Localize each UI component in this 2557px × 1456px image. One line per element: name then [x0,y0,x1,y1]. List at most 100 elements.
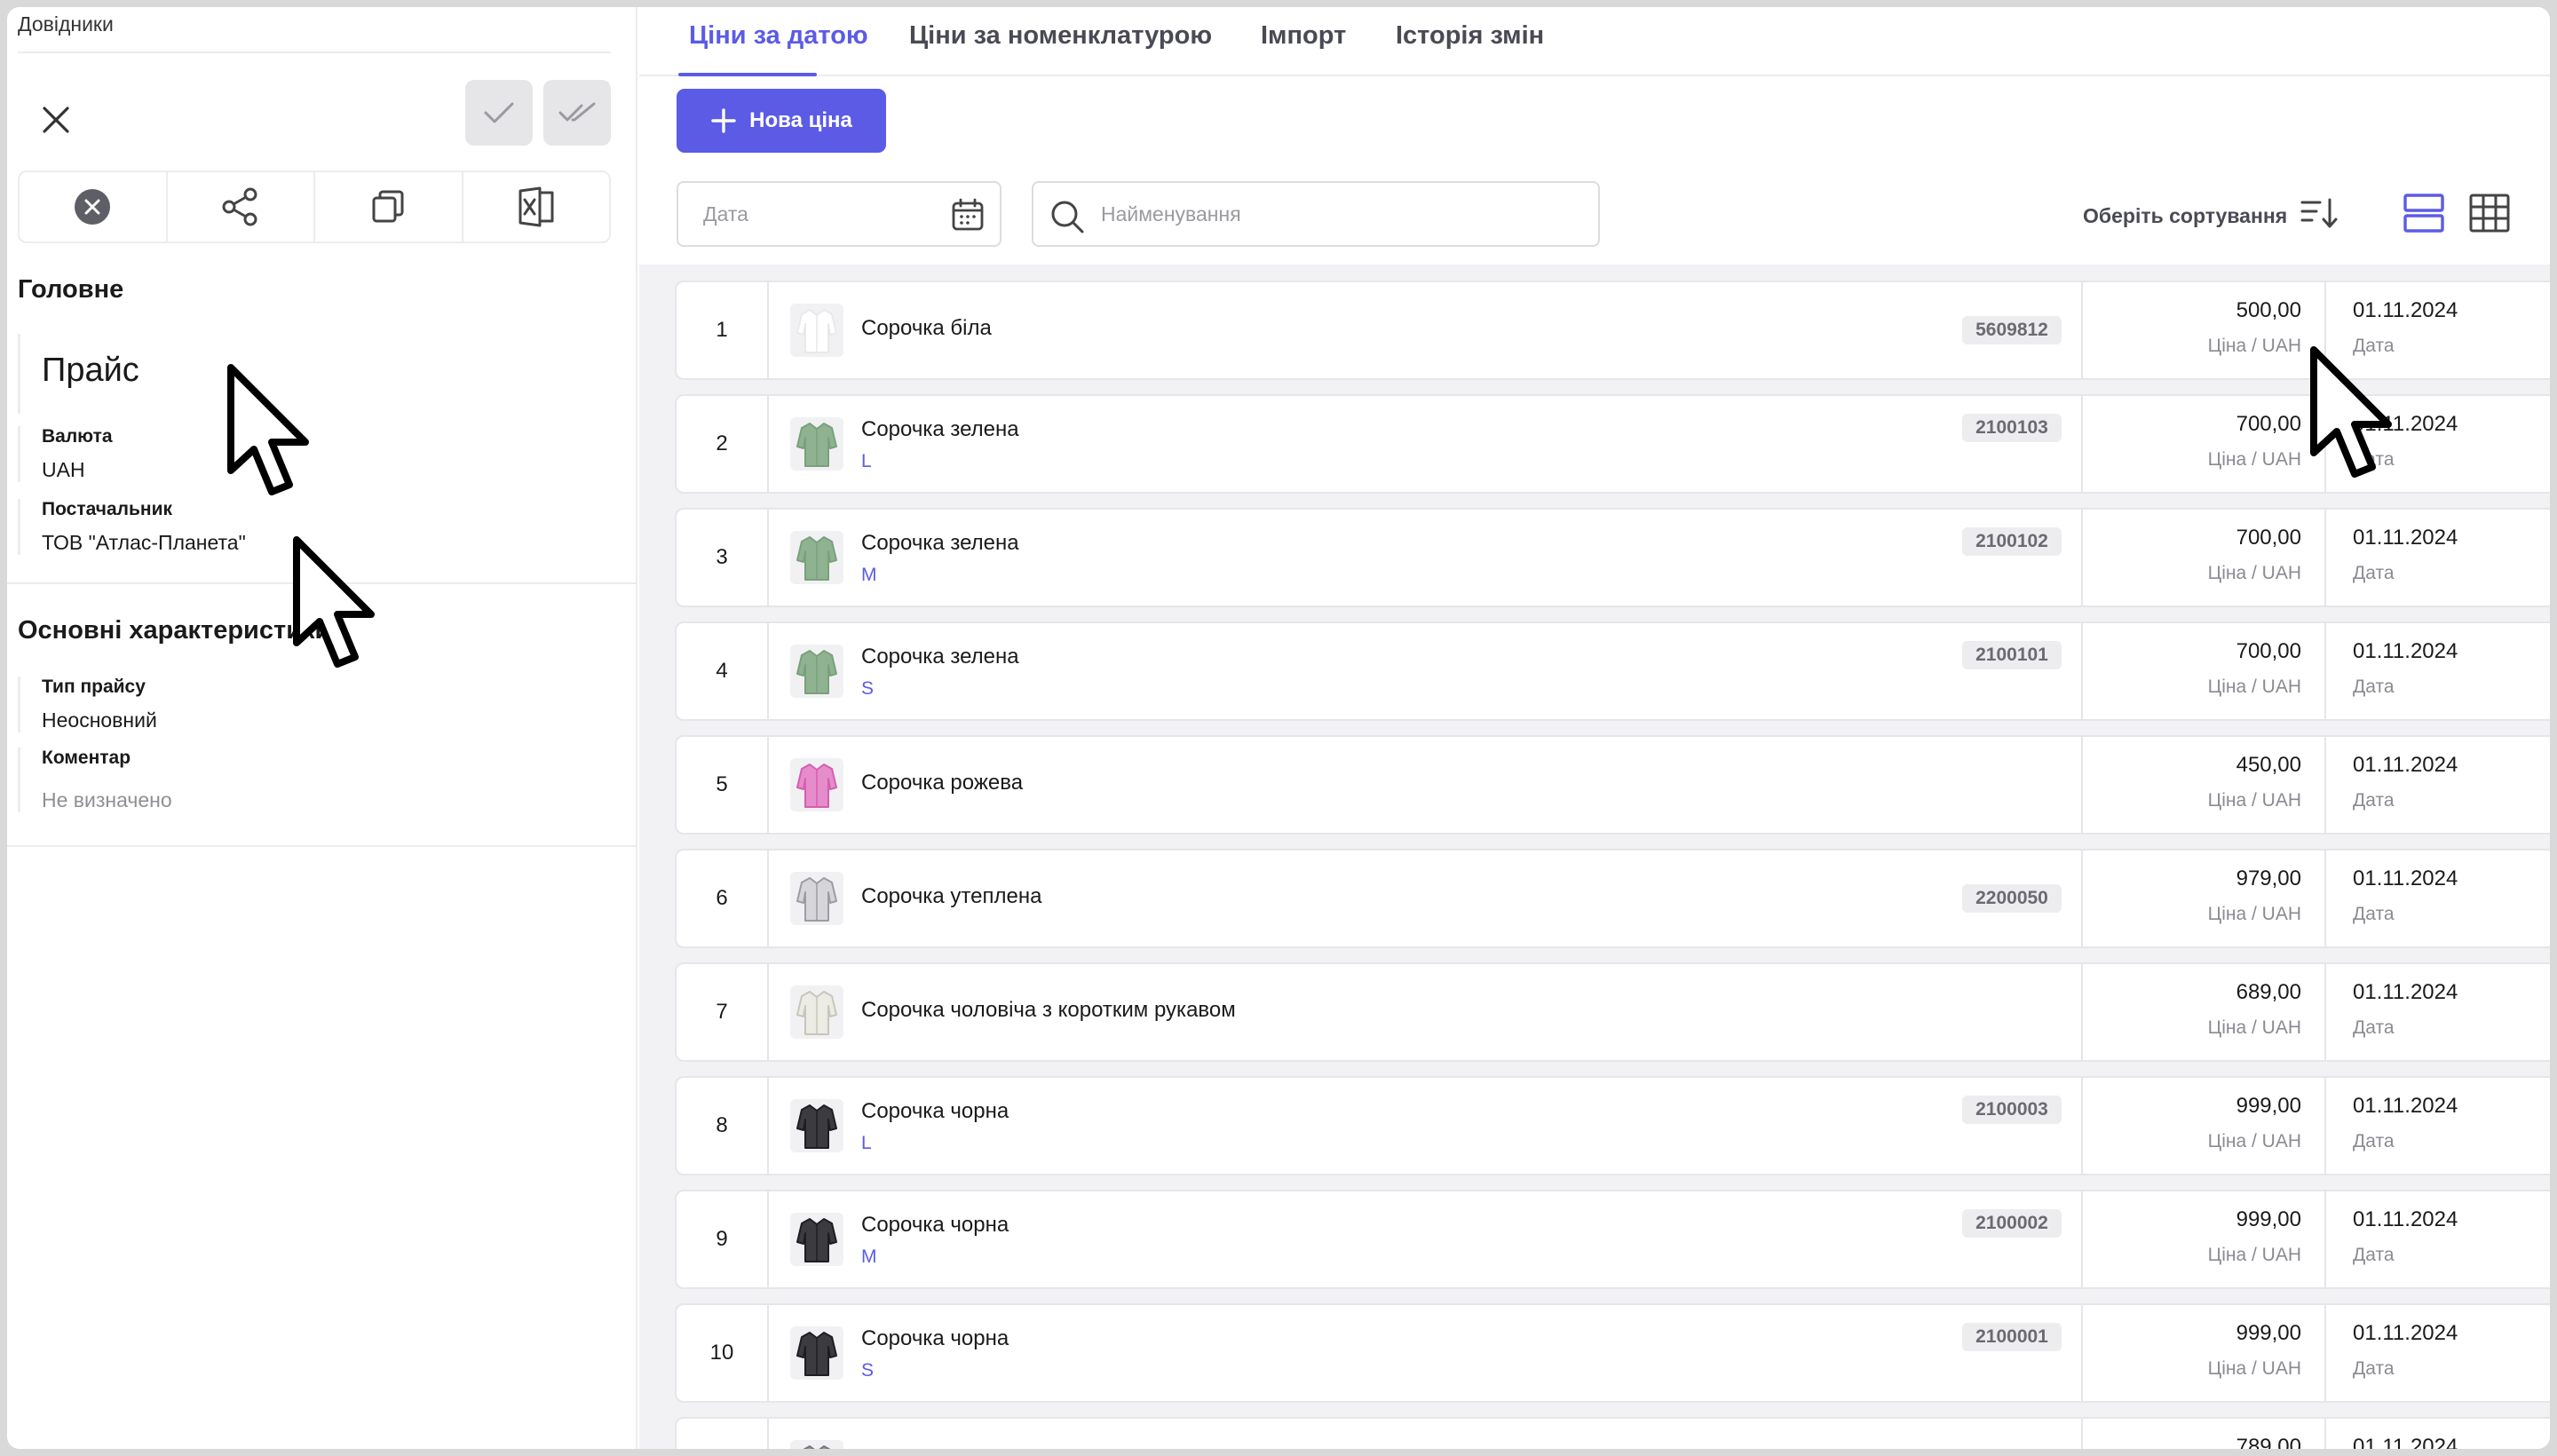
date-value: 01.11.2024 [2353,1321,2458,1345]
product-name[interactable]: Сорочка рожева [861,771,1023,795]
date-sub-label: Дата [2353,1358,2395,1379]
close-button[interactable] [28,92,83,147]
shirt-icon [796,1104,837,1149]
date-sub-label: Дата [2353,336,2395,356]
price-list: 1 Сорочка біла 5609812 500,00 Ціна / UAH … [639,265,2550,1449]
product-name[interactable]: Сорочка чоловіча з коротким рукавом [861,998,1236,1023]
product-name[interactable]: Сорочка зелена [861,645,1019,669]
row-number: 2 [677,396,769,492]
plus-icon [711,108,736,133]
price-cell[interactable]: 979,00 Ціна / UAH [2081,851,2326,946]
new-price-button[interactable]: Нова ціна [677,89,886,153]
price-cell[interactable]: 999,00 Ціна / UAH [2081,1191,2326,1287]
row-number: 3 [677,510,769,605]
price-row[interactable]: 1 Сорочка біла 5609812 500,00 Ціна / UAH … [675,281,2550,380]
price-cell[interactable]: 999,00 Ціна / UAH [2081,1305,2326,1401]
price-sub-label: Ціна / UAH [2207,563,2301,583]
price-value: 789,00 [2236,1435,2301,1449]
table-view-icon[interactable] [2468,192,2511,234]
tab-import[interactable]: Імпорт [1261,21,1346,51]
breadcrumb[interactable]: Довідники [18,12,114,36]
product-name[interactable]: Сорочка біла [861,316,992,341]
price-row[interactable]: 10 Сорочка чорна S 2100001 999,00 Ціна / U… [675,1303,2550,1403]
price-row[interactable]: 7 Сорочка чоловіча з коротким рукавом 68… [675,962,2550,1062]
tab-prices-by-date[interactable]: Ціни за датою [689,21,868,51]
price-cell[interactable]: 689,00 Ціна / UAH [2081,964,2326,1060]
product-thumbnail [790,1213,843,1266]
row-number: 1 [677,282,769,378]
price-cell[interactable]: 789,00 Ціна / UAH [2081,1419,2326,1449]
product-name[interactable]: Сорочка зелена [861,531,1019,556]
product-thumbnail [790,304,843,357]
price-row[interactable]: 9 Сорочка чорна M 2100002 999,00 Ціна / UA… [675,1190,2550,1289]
shirt-icon [796,877,837,922]
save-and-close-button[interactable] [543,80,611,146]
price-row[interactable]: 8 Сорочка чорна L 2100003 999,00 Ціна / UA… [675,1076,2550,1175]
price-row[interactable]: 4 Сорочка зелена S 2100101 700,00 Ціна / U… [675,621,2550,721]
app-window: Довідники Головне Прайс Валюта UAH Поста… [7,7,2550,1449]
price-value: 450,00 [2236,753,2301,777]
product-code-badge: 2100103 [1962,414,2062,442]
date-value: 01.11.2024 [2353,298,2458,322]
price-value: 999,00 [2236,1207,2301,1231]
sort-icon[interactable] [2300,195,2339,231]
save-button[interactable] [465,80,533,146]
tab-bar: Ціни за датою Ціни за номенклатурою Імпо… [639,7,2550,76]
supplier-field[interactable]: Постачальник ТОВ "Атлас-Планета" [18,499,246,555]
date-value: 01.11.2024 [2353,412,2458,436]
close-icon [43,107,69,133]
search-field[interactable] [1032,181,1600,247]
name-field[interactable]: Прайс [18,334,139,414]
supplier-value: ТОВ "Атлас-Планета" [42,531,246,554]
date-input[interactable] [703,183,934,245]
price-row[interactable]: 2 Сорочка зелена L 2100103 700,00 Ціна / U… [675,394,2550,494]
product-thumbnail [790,1099,843,1152]
search-input[interactable] [1101,183,1580,245]
product-name[interactable]: Сорочка чорна [861,1213,1009,1238]
comment-field[interactable]: Коментар Не визначено [18,748,172,812]
date-filter[interactable] [677,181,1001,247]
export-excel-button[interactable] [463,172,610,241]
currency-field[interactable]: Валюта UAH [18,426,113,482]
price-cell[interactable]: 700,00 Ціна / UAH [2081,396,2326,492]
product-code-badge: 2100003 [1962,1096,2062,1124]
tab-prices-by-nomenclature[interactable]: Ціни за номенклатурою [909,21,1212,51]
price-cell[interactable]: 999,00 Ціна / UAH [2081,1078,2326,1174]
calendar-icon[interactable] [950,197,986,233]
product-name[interactable]: Сорочка зелена [861,417,1019,442]
share-button[interactable] [168,172,315,241]
shirt-icon [796,1218,837,1262]
date-sub-label: Дата [2353,1131,2395,1151]
product-size: L [861,1133,872,1153]
price-row[interactable]: 11 789,00 Ціна / UAH 01.11.2024Дата [675,1417,2550,1449]
price-type-field[interactable]: Тип прайсу Неосновний [18,677,157,732]
price-row[interactable]: 6 Сорочка утеплена 2200050 979,00 Ціна / … [675,849,2550,948]
cancel-action-button[interactable] [20,172,168,241]
price-cell[interactable]: 450,00 Ціна / UAH [2081,737,2326,833]
row-number: 9 [677,1191,769,1287]
date-sub-label: Дата [2353,1245,2395,1265]
cancel-circle-icon [75,189,111,225]
product-code-badge: 5609812 [1962,316,2062,344]
price-cell[interactable]: 500,00 Ціна / UAH [2081,282,2326,378]
section-divider [7,845,637,847]
product-name[interactable]: Сорочка чорна [861,1099,1009,1124]
date-sub-label: Дата [2353,677,2395,697]
sort-label[interactable]: Оберіть сортування [2083,204,2287,228]
shirt-icon [796,991,837,1035]
price-cell[interactable]: 700,00 Ціна / UAH [2081,510,2326,605]
price-value: 999,00 [2236,1094,2301,1118]
list-view-icon[interactable] [2403,192,2445,234]
price-cell[interactable]: 700,00 Ціна / UAH [2081,623,2326,719]
product-name[interactable]: Сорочка чорна [861,1326,1009,1351]
date-value: 01.11.2024 [2353,980,2458,1004]
price-row[interactable]: 3 Сорочка зелена M 2100102 700,00 Ціна / U… [675,508,2550,607]
prices-main-area: Ціни за датою Ціни за номенклатурою Імпо… [639,7,2550,1449]
main-section-title: Головне [18,275,124,304]
active-tab-indicator [678,73,817,76]
tab-change-history[interactable]: Історія змін [1396,21,1544,51]
price-row[interactable]: 5 Сорочка рожева 450,00 Ціна / UAH 01.11… [675,735,2550,835]
price-value: 999,00 [2236,1321,2301,1345]
product-name[interactable]: Сорочка утеплена [861,884,1041,909]
copy-button[interactable] [315,172,463,241]
